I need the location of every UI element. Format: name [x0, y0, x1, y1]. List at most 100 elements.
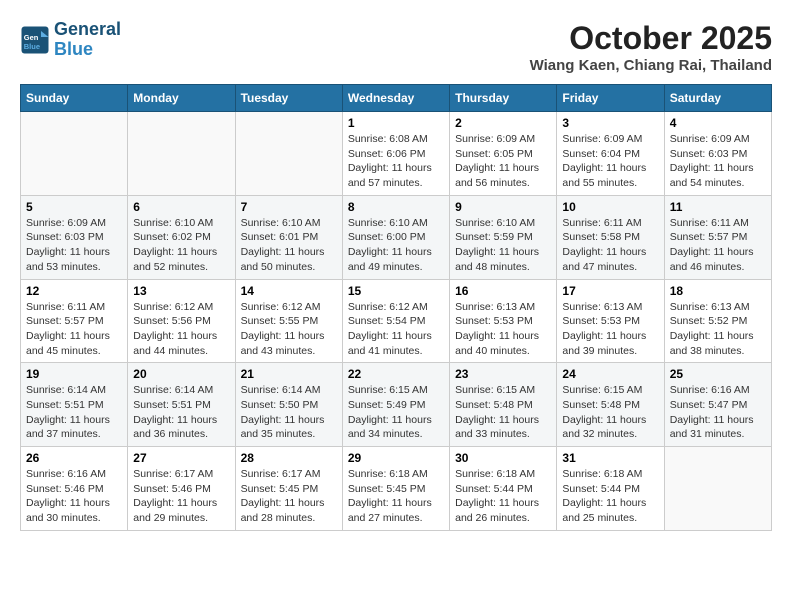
- page-header: Gen Blue General Blue October 2025 Wiang…: [20, 20, 772, 74]
- day-number: 20: [133, 367, 229, 381]
- day-info: Sunrise: 6:16 AM Sunset: 5:46 PM Dayligh…: [26, 467, 122, 526]
- day-info: Sunrise: 6:12 AM Sunset: 5:56 PM Dayligh…: [133, 300, 229, 359]
- calendar-cell: 9Sunrise: 6:10 AM Sunset: 5:59 PM Daylig…: [450, 195, 557, 279]
- day-info: Sunrise: 6:15 AM Sunset: 5:48 PM Dayligh…: [455, 383, 551, 442]
- weekday-tuesday: Tuesday: [235, 85, 342, 112]
- calendar-cell: 7 Sunrise: 6:10 AM Sunset: 6:01 PM Daylig…: [235, 195, 342, 279]
- calendar-cell: 13 Sunrise: 6:12 AM Sunset: 5:56 PM Dayli…: [128, 279, 235, 363]
- day-info: Sunrise: 6:14 AM Sunset: 5:50 PM Dayligh…: [241, 383, 337, 442]
- day-number: 7: [241, 200, 337, 214]
- day-info: Sunrise: 6:10 AM Sunset: 6:00 PM Dayligh…: [348, 216, 444, 275]
- day-number: 3: [562, 116, 658, 130]
- day-info: Sunrise: 6:13 AM Sunset: 5:52 PM Dayligh…: [670, 300, 766, 359]
- calendar-cell: 21 Sunrise: 6:14 AM Sunset: 5:50 PM Dayli…: [235, 363, 342, 447]
- day-number: 11: [670, 200, 766, 214]
- weekday-wednesday: Wednesday: [342, 85, 449, 112]
- day-number: 18: [670, 284, 766, 298]
- day-number: 13: [133, 284, 229, 298]
- calendar-week-3: 12Sunrise: 6:11 AM Sunset: 5:57 PM Dayli…: [21, 279, 772, 363]
- weekday-header-row: SundayMondayTuesdayWednesdayThursdayFrid…: [21, 85, 772, 112]
- day-info: Sunrise: 6:14 AM Sunset: 5:51 PM Dayligh…: [133, 383, 229, 442]
- calendar-cell: 8 Sunrise: 6:10 AM Sunset: 6:00 PM Daylig…: [342, 195, 449, 279]
- svg-text:Blue: Blue: [24, 42, 40, 51]
- day-number: 22: [348, 367, 444, 381]
- calendar-cell: 18 Sunrise: 6:13 AM Sunset: 5:52 PM Dayli…: [664, 279, 771, 363]
- location: Wiang Kaen, Chiang Rai, Thailand: [530, 57, 772, 74]
- calendar-cell: 27Sunrise: 6:17 AM Sunset: 5:46 PM Dayli…: [128, 447, 235, 531]
- month-title: October 2025: [530, 20, 772, 57]
- day-info: Sunrise: 6:15 AM Sunset: 5:48 PM Dayligh…: [562, 383, 658, 442]
- calendar-cell: [128, 112, 235, 196]
- logo-icon: Gen Blue: [20, 25, 50, 55]
- calendar-cell: 31Sunrise: 6:18 AM Sunset: 5:44 PM Dayli…: [557, 447, 664, 531]
- day-number: 19: [26, 367, 122, 381]
- calendar-cell: 15Sunrise: 6:12 AM Sunset: 5:54 PM Dayli…: [342, 279, 449, 363]
- day-number: 25: [670, 367, 766, 381]
- day-info: Sunrise: 6:09 AM Sunset: 6:03 PM Dayligh…: [26, 216, 122, 275]
- calendar-cell: [21, 112, 128, 196]
- day-number: 15: [348, 284, 444, 298]
- day-number: 8: [348, 200, 444, 214]
- day-number: 6: [133, 200, 229, 214]
- calendar-week-2: 5 Sunrise: 6:09 AM Sunset: 6:03 PM Daylig…: [21, 195, 772, 279]
- day-info: Sunrise: 6:18 AM Sunset: 5:45 PM Dayligh…: [348, 467, 444, 526]
- calendar-cell: 14Sunrise: 6:12 AM Sunset: 5:55 PM Dayli…: [235, 279, 342, 363]
- day-info: Sunrise: 6:09 AM Sunset: 6:03 PM Dayligh…: [670, 132, 766, 191]
- calendar-cell: 17Sunrise: 6:13 AM Sunset: 5:53 PM Dayli…: [557, 279, 664, 363]
- day-info: Sunrise: 6:13 AM Sunset: 5:53 PM Dayligh…: [562, 300, 658, 359]
- calendar: SundayMondayTuesdayWednesdayThursdayFrid…: [20, 84, 772, 531]
- svg-text:Gen: Gen: [24, 33, 39, 42]
- day-number: 21: [241, 367, 337, 381]
- calendar-cell: 22Sunrise: 6:15 AM Sunset: 5:49 PM Dayli…: [342, 363, 449, 447]
- logo-text: General Blue: [54, 20, 121, 60]
- title-block: October 2025 Wiang Kaen, Chiang Rai, Tha…: [530, 20, 772, 74]
- calendar-week-4: 19 Sunrise: 6:14 AM Sunset: 5:51 PM Dayli…: [21, 363, 772, 447]
- calendar-cell: 25 Sunrise: 6:16 AM Sunset: 5:47 PM Dayli…: [664, 363, 771, 447]
- calendar-cell: 28Sunrise: 6:17 AM Sunset: 5:45 PM Dayli…: [235, 447, 342, 531]
- day-info: Sunrise: 6:14 AM Sunset: 5:51 PM Dayligh…: [26, 383, 122, 442]
- calendar-body: 1Sunrise: 6:08 AM Sunset: 6:06 PM Daylig…: [21, 112, 772, 531]
- calendar-cell: 30 Sunrise: 6:18 AM Sunset: 5:44 PM Dayli…: [450, 447, 557, 531]
- day-info: Sunrise: 6:17 AM Sunset: 5:45 PM Dayligh…: [241, 467, 337, 526]
- day-number: 2: [455, 116, 551, 130]
- calendar-cell: 6Sunrise: 6:10 AM Sunset: 6:02 PM Daylig…: [128, 195, 235, 279]
- day-info: Sunrise: 6:16 AM Sunset: 5:47 PM Dayligh…: [670, 383, 766, 442]
- day-info: Sunrise: 6:11 AM Sunset: 5:57 PM Dayligh…: [670, 216, 766, 275]
- calendar-week-5: 26Sunrise: 6:16 AM Sunset: 5:46 PM Dayli…: [21, 447, 772, 531]
- calendar-cell: 5 Sunrise: 6:09 AM Sunset: 6:03 PM Daylig…: [21, 195, 128, 279]
- calendar-cell: 16 Sunrise: 6:13 AM Sunset: 5:53 PM Dayli…: [450, 279, 557, 363]
- logo-line2: Blue: [54, 40, 121, 60]
- calendar-cell: 12Sunrise: 6:11 AM Sunset: 5:57 PM Dayli…: [21, 279, 128, 363]
- day-info: Sunrise: 6:10 AM Sunset: 6:01 PM Dayligh…: [241, 216, 337, 275]
- calendar-cell: 26Sunrise: 6:16 AM Sunset: 5:46 PM Dayli…: [21, 447, 128, 531]
- day-number: 31: [562, 451, 658, 465]
- calendar-cell: 2 Sunrise: 6:09 AM Sunset: 6:05 PM Daylig…: [450, 112, 557, 196]
- day-info: Sunrise: 6:09 AM Sunset: 6:05 PM Dayligh…: [455, 132, 551, 191]
- calendar-cell: [664, 447, 771, 531]
- day-info: Sunrise: 6:09 AM Sunset: 6:04 PM Dayligh…: [562, 132, 658, 191]
- calendar-cell: 23 Sunrise: 6:15 AM Sunset: 5:48 PM Dayli…: [450, 363, 557, 447]
- calendar-cell: 10 Sunrise: 6:11 AM Sunset: 5:58 PM Dayli…: [557, 195, 664, 279]
- logo-line1: General: [54, 20, 121, 40]
- day-info: Sunrise: 6:12 AM Sunset: 5:55 PM Dayligh…: [241, 300, 337, 359]
- day-info: Sunrise: 6:11 AM Sunset: 5:58 PM Dayligh…: [562, 216, 658, 275]
- day-number: 30: [455, 451, 551, 465]
- day-number: 4: [670, 116, 766, 130]
- calendar-cell: [235, 112, 342, 196]
- day-info: Sunrise: 6:13 AM Sunset: 5:53 PM Dayligh…: [455, 300, 551, 359]
- day-number: 9: [455, 200, 551, 214]
- calendar-cell: 29Sunrise: 6:18 AM Sunset: 5:45 PM Dayli…: [342, 447, 449, 531]
- day-number: 16: [455, 284, 551, 298]
- calendar-cell: 11 Sunrise: 6:11 AM Sunset: 5:57 PM Dayli…: [664, 195, 771, 279]
- day-number: 23: [455, 367, 551, 381]
- day-number: 10: [562, 200, 658, 214]
- calendar-cell: 19 Sunrise: 6:14 AM Sunset: 5:51 PM Dayli…: [21, 363, 128, 447]
- day-info: Sunrise: 6:18 AM Sunset: 5:44 PM Dayligh…: [455, 467, 551, 526]
- calendar-cell: 24Sunrise: 6:15 AM Sunset: 5:48 PM Dayli…: [557, 363, 664, 447]
- calendar-cell: 20 Sunrise: 6:14 AM Sunset: 5:51 PM Dayli…: [128, 363, 235, 447]
- calendar-week-1: 1Sunrise: 6:08 AM Sunset: 6:06 PM Daylig…: [21, 112, 772, 196]
- day-number: 5: [26, 200, 122, 214]
- calendar-cell: 1Sunrise: 6:08 AM Sunset: 6:06 PM Daylig…: [342, 112, 449, 196]
- day-number: 12: [26, 284, 122, 298]
- day-info: Sunrise: 6:08 AM Sunset: 6:06 PM Dayligh…: [348, 132, 444, 191]
